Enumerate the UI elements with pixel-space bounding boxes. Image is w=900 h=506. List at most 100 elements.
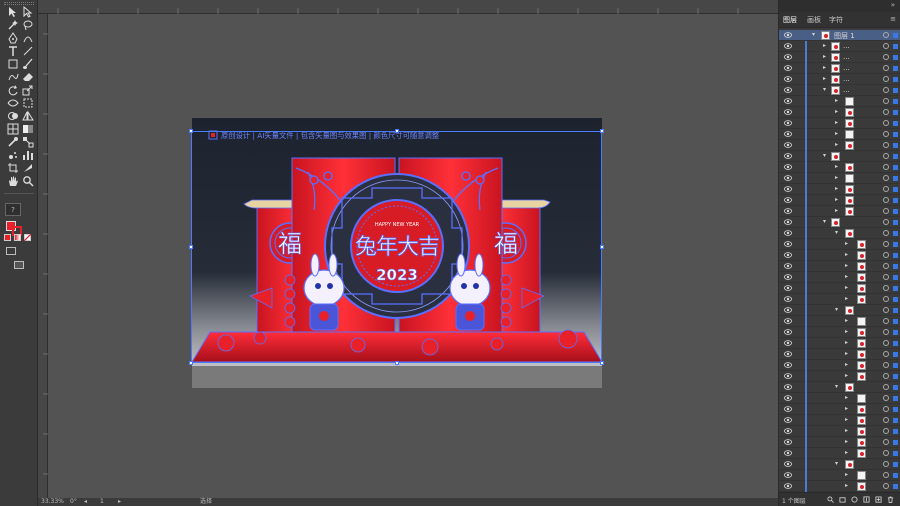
layer-name[interactable]: ... [843,42,850,50]
layer-selected-indicator[interactable] [893,154,898,159]
layer-row[interactable]: ▾ [779,217,900,228]
layer-target-icon[interactable] [883,54,889,60]
layer-name[interactable]: 图层 1 [834,31,855,41]
expand-chevron-icon[interactable]: ▸ [823,75,826,82]
layer-row[interactable]: ▾ [779,151,900,162]
layer-row[interactable]: ▸ [779,184,900,195]
expand-chevron-icon[interactable]: ▸ [845,339,848,346]
lasso-tool-icon[interactable] [21,19,35,31]
paintbrush-tool-icon[interactable] [21,58,35,70]
layer-row[interactable]: ▸ [779,338,900,349]
new-sublayer-icon[interactable] [863,496,870,503]
rotate-tool-icon[interactable] [6,84,20,96]
layer-row[interactable]: ▾ [779,459,900,470]
visibility-eye-icon[interactable] [784,142,792,148]
layer-selected-indicator[interactable] [893,209,898,214]
visibility-eye-icon[interactable] [784,373,792,379]
expand-chevron-icon[interactable]: ▸ [823,53,826,60]
help-button[interactable]: ? [5,203,21,216]
layer-target-icon[interactable] [883,164,889,170]
artboard-number[interactable]: 1 [100,498,104,506]
layer-target-icon[interactable] [883,120,889,126]
toolbar-grip[interactable] [4,2,34,5]
layer-row[interactable]: ▸ [779,118,900,129]
column-graph-tool-icon[interactable] [21,149,35,161]
visibility-eye-icon[interactable] [784,76,792,82]
expand-chevron-icon[interactable]: ▸ [835,163,838,170]
layer-selected-indicator[interactable] [893,440,898,445]
expand-chevron-icon[interactable]: ▾ [823,218,826,225]
expand-chevron-icon[interactable]: ▸ [835,97,838,104]
layer-target-icon[interactable] [883,252,889,258]
visibility-eye-icon[interactable] [784,230,792,236]
layer-target-icon[interactable] [883,340,889,346]
layer-selected-indicator[interactable] [893,407,898,412]
expand-chevron-icon[interactable]: ▸ [845,449,848,456]
layer-selected-indicator[interactable] [893,297,898,302]
layer-target-icon[interactable] [883,472,889,478]
direct-selection-tool-icon[interactable] [21,5,35,18]
visibility-eye-icon[interactable] [784,263,792,269]
expand-chevron-icon[interactable]: ▾ [835,306,838,313]
layer-row[interactable]: ▸ [779,239,900,250]
panel-collapse-icon[interactable]: » [891,1,895,9]
layer-selected-indicator[interactable] [893,165,898,170]
layer-target-icon[interactable] [883,230,889,236]
layer-selected-indicator[interactable] [893,231,898,236]
mesh-tool-icon[interactable] [6,123,20,135]
visibility-eye-icon[interactable] [784,252,792,258]
visibility-eye-icon[interactable] [784,428,792,434]
layer-selected-indicator[interactable] [893,275,898,280]
expand-chevron-icon[interactable]: ▸ [845,471,848,478]
expand-chevron-icon[interactable]: ▾ [835,229,838,236]
layer-row[interactable]: ▸ [779,96,900,107]
none-button[interactable] [24,234,31,241]
layer-row[interactable]: ▾ [779,305,900,316]
layer-row[interactable]: ▸ [779,470,900,481]
layer-selected-indicator[interactable] [893,352,898,357]
layer-row[interactable]: ▸... [779,52,900,63]
layer-row[interactable]: ▸ [779,261,900,272]
expand-chevron-icon[interactable]: ▸ [823,64,826,71]
visibility-eye-icon[interactable] [784,307,792,313]
layer-selected-indicator[interactable] [893,330,898,335]
slice-tool-icon[interactable] [21,162,35,174]
layer-selected-indicator[interactable] [893,462,898,467]
layer-row[interactable]: ▸... [779,41,900,52]
rectangle-tool-icon[interactable] [6,58,20,70]
visibility-eye-icon[interactable] [784,472,792,478]
visibility-eye-icon[interactable] [784,439,792,445]
expand-chevron-icon[interactable]: ▸ [835,207,838,214]
visibility-eye-icon[interactable] [784,65,792,71]
visibility-eye-icon[interactable] [784,120,792,126]
layer-row[interactable]: ▸ [779,393,900,404]
layer-target-icon[interactable] [883,274,889,280]
hand-tool-icon[interactable] [6,175,20,187]
layer-selected-indicator[interactable] [893,363,898,368]
layer-target-icon[interactable] [883,142,889,148]
layer-row[interactable]: ▸... [779,63,900,74]
layer-row[interactable]: ▸ [779,250,900,261]
shaper-tool-icon[interactable] [6,71,20,83]
layer-selected-indicator[interactable] [893,132,898,137]
layer-selected-indicator[interactable] [893,44,898,49]
layer-target-icon[interactable] [883,329,889,335]
layer-selected-indicator[interactable] [893,319,898,324]
layer-selected-indicator[interactable] [893,308,898,313]
layer-name[interactable]: ... [843,64,850,72]
expand-chevron-icon[interactable]: ▸ [845,416,848,423]
layer-target-icon[interactable] [883,131,889,137]
layer-selected-indicator[interactable] [893,55,898,60]
layer-target-icon[interactable] [883,450,889,456]
visibility-eye-icon[interactable] [784,483,792,489]
expand-chevron-icon[interactable]: ▸ [835,196,838,203]
layer-target-icon[interactable] [883,87,889,93]
blend-tool-icon[interactable] [21,136,35,148]
visibility-eye-icon[interactable] [784,417,792,423]
gradient-tool-icon[interactable] [21,123,35,135]
panel-menu-icon[interactable]: ≡ [890,15,896,23]
search-icon[interactable] [827,496,834,503]
layer-selected-indicator[interactable] [893,242,898,247]
visibility-eye-icon[interactable] [784,43,792,49]
vertical-ruler[interactable] [38,14,48,500]
